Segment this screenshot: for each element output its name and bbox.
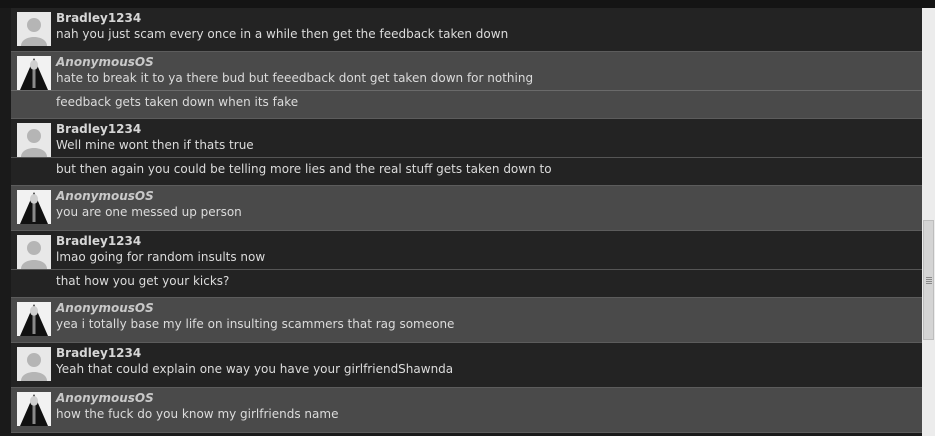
message-group: Bradley1234 Well mine wont then if thats… <box>11 119 922 186</box>
vertical-scrollbar[interactable] <box>922 8 935 436</box>
default-user-icon[interactable] <box>17 123 51 157</box>
sender-name[interactable]: AnonymousOS <box>56 301 922 316</box>
message-group: AnonymousOS you are one messed up person <box>11 186 922 231</box>
message-text: Yeah that could explain one way you have… <box>56 362 454 376</box>
anonymous-mask-icon[interactable] <box>17 190 51 224</box>
sender-name[interactable]: Bradley1234 <box>56 234 922 249</box>
grip-line <box>926 283 932 284</box>
sender-name[interactable]: Bradley1234 <box>56 122 922 137</box>
default-user-icon[interactable] <box>17 12 51 46</box>
message-text: you are one messed up person <box>56 205 242 219</box>
message-text: lmao going for random insults now <box>56 250 266 264</box>
message-text: hate to break it to ya there bud but fee… <box>56 71 534 85</box>
message-text: Well mine wont then if thats true <box>56 138 254 152</box>
message-group: AnonymousOS how the fuck do you know my … <box>11 388 922 433</box>
anonymous-mask-icon[interactable] <box>17 56 51 90</box>
default-user-icon[interactable] <box>17 235 51 269</box>
window-top-strip <box>0 0 935 8</box>
anonymous-mask-icon[interactable] <box>17 392 51 426</box>
scrollbar-thumb[interactable] <box>923 220 934 340</box>
message-text: how the fuck do you know my girlfriends … <box>56 407 339 421</box>
sender-name[interactable]: Bradley1234 <box>56 11 922 26</box>
message-text: but then again you could be telling more… <box>11 157 922 179</box>
sender-name[interactable]: AnonymousOS <box>56 189 922 204</box>
grip-line <box>926 279 932 280</box>
grip-line <box>926 281 932 282</box>
sender-name[interactable]: Bradley1234 <box>56 346 922 361</box>
message-text: yea i totally base my life on insulting … <box>56 317 455 331</box>
chat-log: Bradley1234 nah you just scam every once… <box>11 8 922 436</box>
message-text: that how you get your kicks? <box>11 269 922 291</box>
message-group: AnonymousOS yea i totally base my life o… <box>11 298 922 343</box>
default-user-icon[interactable] <box>17 347 51 381</box>
message-group: Bradley1234 lmao going for random insult… <box>11 231 922 298</box>
message-text: nah you just scam every once in a while … <box>56 27 509 41</box>
message-group: Bradley1234 Yeah that could explain one … <box>11 343 922 388</box>
message-group: Bradley1234 nah you just scam every once… <box>11 8 922 52</box>
grip-line <box>926 277 932 278</box>
message-group: AnonymousOS hate to break it to ya there… <box>11 52 922 119</box>
anonymous-mask-icon[interactable] <box>17 302 51 336</box>
message-text: feedback gets taken down when its fake <box>11 90 922 112</box>
sender-name[interactable]: AnonymousOS <box>56 391 922 406</box>
sender-name[interactable]: AnonymousOS <box>56 55 922 70</box>
